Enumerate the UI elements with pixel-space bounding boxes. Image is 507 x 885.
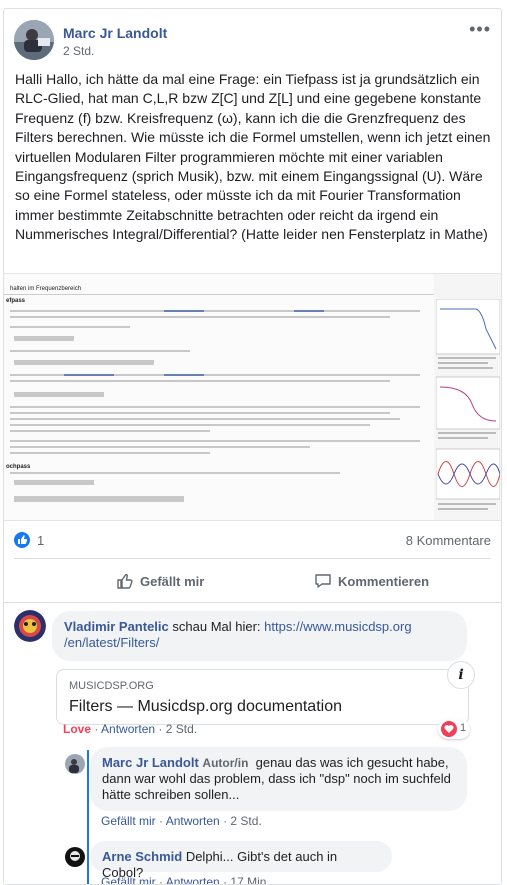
thumbs-up-icon xyxy=(117,573,133,589)
reply-bubble: Marc Jr Landolt Autor/in genau das was i… xyxy=(90,747,467,811)
like-button[interactable]: Gefällt mir xyxy=(116,571,204,591)
comment-button[interactable]: Kommentieren xyxy=(314,571,429,591)
reply-author-avatar[interactable] xyxy=(65,754,85,774)
post-time[interactable]: 2 Std. xyxy=(63,44,94,58)
reply-bubble: Arne Schmid Delphi... Gibt's det auch in… xyxy=(90,841,392,880)
comment-text: schau Mal hier: xyxy=(172,619,261,634)
comment-count[interactable]: 8 Kommentare xyxy=(406,533,491,548)
comment-link-continued[interactable]: /en/latest/Filters/ xyxy=(64,635,159,650)
like-button-label: Gefällt mir xyxy=(140,573,205,589)
reply-author[interactable]: Arne Schmid xyxy=(102,849,182,864)
link-preview-title: Filters — Musicdsp.org documentation xyxy=(69,698,342,715)
post-author-name[interactable]: Marc Jr Landolt xyxy=(63,25,167,41)
author-avatar[interactable] xyxy=(14,20,54,60)
image-side-figures xyxy=(435,298,501,520)
like-reaction-icon[interactable] xyxy=(14,532,30,548)
comment-bubble: Vladimir Pantelic schau Mal hier: https:… xyxy=(52,611,467,661)
comment-time[interactable]: 2 Std. xyxy=(166,722,197,736)
divider xyxy=(14,558,491,559)
reactions-bar: 1 8 Kommentare xyxy=(14,529,491,555)
reply-text-line1: genau das was ich gesucht habe, xyxy=(255,755,449,770)
comment-icon xyxy=(315,574,331,588)
heart-icon xyxy=(441,721,457,737)
reply-author[interactable]: Marc Jr Landolt xyxy=(102,755,199,770)
reply-like-button[interactable]: Gefällt mir xyxy=(101,875,156,884)
comment-button-label: Kommentieren xyxy=(338,573,430,589)
info-icon[interactable]: i xyxy=(447,661,475,689)
reply-reply-button[interactable]: Antworten xyxy=(166,875,220,884)
reply-author-avatar[interactable] xyxy=(65,847,85,867)
image-text-lines xyxy=(10,310,420,502)
like-count[interactable]: 1 xyxy=(37,533,44,548)
link-preview-domain: MUSICDSP.ORG xyxy=(69,680,154,692)
post-header: Marc Jr Landolt 2 Std. ••• xyxy=(14,20,491,62)
link-preview-card[interactable]: MUSICDSP.ORG Filters — Musicdsp.org docu… xyxy=(56,669,469,725)
reply-thread-line xyxy=(87,750,89,884)
more-options-icon[interactable]: ••• xyxy=(469,20,491,38)
reply-time[interactable]: 2 Std. xyxy=(230,814,261,828)
reply-text-line2: dann war wohl das problem, dass ich "dsp… xyxy=(102,771,451,786)
love-reaction-count: 1 xyxy=(460,722,467,734)
reply-reply-button[interactable]: Antworten xyxy=(166,814,220,828)
comment-meta: Love · Antworten · 2 Std. xyxy=(63,722,198,736)
post-image[interactable]: halten im Frequenzbereich efpass ochpass xyxy=(4,273,501,521)
comment-author[interactable]: Vladimir Pantelic xyxy=(64,619,169,634)
post-text: Halli Hallo, ich hätte da mal eine Frage… xyxy=(15,71,491,243)
post-card: Marc Jr Landolt 2 Std. ••• Halli Hallo, … xyxy=(3,8,502,885)
author-badge: Autor/in xyxy=(202,756,249,770)
reply-button[interactable]: Antworten xyxy=(101,722,155,736)
commenter-avatar[interactable] xyxy=(14,610,46,642)
reply-meta: Gefällt mir · Antworten · 2 Std. xyxy=(101,814,262,828)
screenshot-wiki-content: halten im Frequenzbereich efpass ochpass xyxy=(4,274,434,520)
reply-text-line3: hätte schreiben sollen... xyxy=(102,787,240,802)
love-reaction-badge[interactable]: 1 xyxy=(438,719,470,739)
reply-like-button[interactable]: Gefällt mir xyxy=(101,814,156,828)
reply-meta: Gefällt mir · Antworten · 17 Min. xyxy=(101,875,270,884)
love-reaction-label[interactable]: Love xyxy=(63,722,91,736)
reply-time[interactable]: 17 Min. xyxy=(230,875,269,884)
comment-link[interactable]: https://www.musicdsp.org xyxy=(264,619,411,634)
